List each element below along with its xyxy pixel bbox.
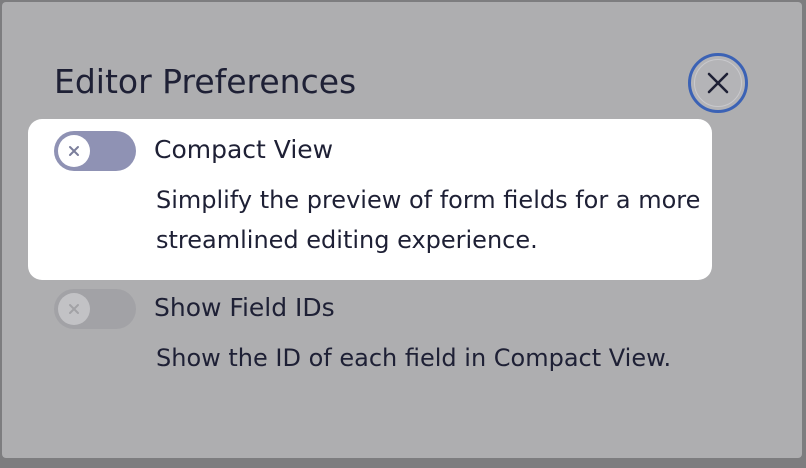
- editor-preferences-dialog: Editor Preferences Compact View Simplify…: [2, 2, 802, 458]
- toggle-knob: [58, 293, 90, 325]
- show-field-ids-toggle[interactable]: [54, 289, 136, 329]
- show-field-ids-description: Show the ID of each field in Compact Vie…: [156, 344, 672, 372]
- dialog-title: Editor Preferences: [54, 62, 357, 101]
- close-icon: [69, 146, 79, 156]
- compact-view-toggle[interactable]: [54, 131, 136, 171]
- close-icon: [707, 72, 729, 94]
- close-icon: [69, 304, 79, 314]
- toggle-knob: [58, 135, 90, 167]
- show-field-ids-label: Show Field IDs: [154, 293, 335, 322]
- compact-view-label: Compact View: [154, 135, 334, 164]
- close-button[interactable]: [688, 53, 748, 113]
- compact-view-description: Simplify the preview of form fields for …: [156, 186, 701, 254]
